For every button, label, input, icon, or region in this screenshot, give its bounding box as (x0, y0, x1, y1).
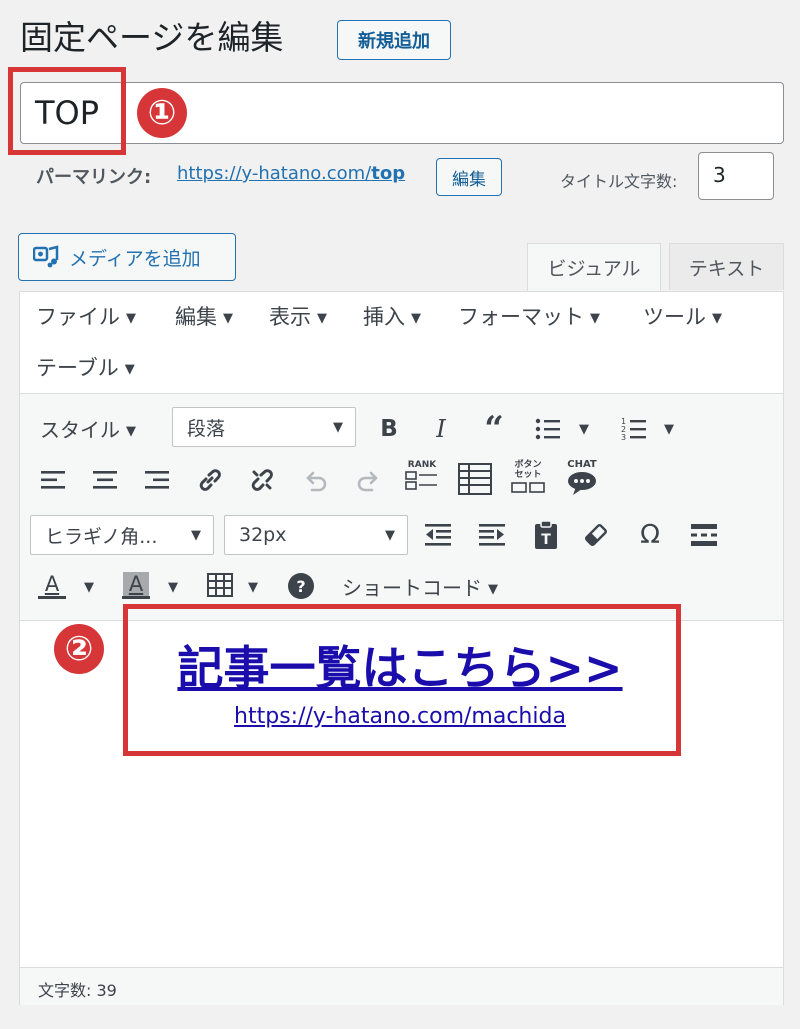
menu-insert[interactable]: 挿入 ▼ (363, 301, 421, 331)
title-count-label: タイトル文字数: (560, 172, 678, 191)
menu-view[interactable]: 表示 ▼ (269, 301, 327, 331)
special-character-icon[interactable]: Ω (634, 519, 666, 551)
rank-icon[interactable]: RANK (403, 460, 441, 498)
clear-formatting-icon[interactable] (580, 519, 612, 551)
menu-table[interactable]: テーブル ▼ (36, 352, 135, 382)
permalink-label: パーマリンク: (36, 167, 152, 188)
permalink-slug: top (371, 163, 406, 184)
numbered-list-dropdown-icon[interactable]: ▼ (660, 419, 678, 439)
redo-icon[interactable] (352, 465, 384, 495)
menu-format[interactable]: フォーマット ▼ (458, 301, 600, 331)
bullet-list-dropdown-icon[interactable]: ▼ (575, 419, 593, 439)
annotation-marker-2: ② (54, 624, 104, 674)
media-icon (33, 245, 59, 269)
permalink-url[interactable]: https://y-hatano.com/top (177, 163, 405, 184)
style-dropdown[interactable]: スタイル ▼ (40, 414, 136, 443)
bullet-list-icon[interactable] (532, 414, 564, 444)
button-set-icon[interactable]: ボタン セット (508, 460, 548, 498)
tab-visual[interactable]: ビジュアル (527, 243, 661, 291)
font-family-select[interactable]: ヒラギノ角... ▼ (30, 515, 214, 555)
format-select[interactable]: 段落 ▼ (172, 407, 356, 447)
chevron-down-icon: ▼ (385, 527, 395, 543)
title-count-field[interactable] (698, 152, 774, 200)
help-icon[interactable]: ? (288, 573, 314, 599)
text-color-dropdown-icon[interactable]: ▼ (80, 577, 98, 597)
annotation-box-2 (123, 604, 681, 756)
svg-text:3: 3 (621, 433, 626, 442)
indent-icon[interactable] (476, 520, 508, 550)
outdent-icon[interactable] (422, 520, 454, 550)
align-center-icon[interactable] (90, 465, 120, 495)
blockquote-icon[interactable]: “ (478, 409, 510, 449)
background-color-icon[interactable]: A (120, 568, 152, 602)
table-dropdown-icon[interactable]: ▼ (244, 577, 262, 597)
bold-icon[interactable]: B (374, 414, 404, 444)
paste-text-icon[interactable]: T (530, 519, 562, 551)
menu-edit[interactable]: 編集 ▼ (175, 301, 233, 331)
background-color-dropdown-icon[interactable]: ▼ (164, 577, 182, 597)
title-input[interactable] (20, 82, 784, 144)
word-count: 文字数: 39 (38, 981, 117, 1000)
align-left-icon[interactable] (38, 465, 68, 495)
permalink-edit-button[interactable]: 編集 (436, 158, 502, 196)
text-color-icon[interactable]: A (36, 568, 68, 602)
add-new-button[interactable]: 新規追加 (337, 20, 451, 60)
add-media-label: メディアを追加 (69, 247, 201, 270)
permalink-url-prefix: https://y-hatano.com/ (177, 163, 372, 184)
align-right-icon[interactable] (142, 465, 172, 495)
chevron-down-icon: ▼ (191, 527, 201, 543)
tab-text[interactable]: テキスト (669, 243, 784, 290)
chevron-down-icon: ▼ (333, 419, 343, 435)
editor-status-bar (20, 967, 783, 1005)
menu-file[interactable]: ファイル ▼ (36, 301, 136, 331)
menu-tools[interactable]: ツール ▼ (643, 301, 722, 331)
title-count-value: 3 (713, 163, 726, 187)
read-more-icon[interactable] (688, 520, 720, 550)
numbered-list-icon[interactable]: 123 (618, 414, 650, 444)
table-icon[interactable] (204, 570, 236, 600)
font-size-select[interactable]: 32px ▼ (224, 515, 408, 555)
svg-text:T: T (541, 532, 551, 548)
page-title: 固定ページを編集 (20, 18, 284, 57)
table-list-icon[interactable] (458, 462, 492, 496)
italic-icon[interactable]: I (426, 414, 456, 444)
annotation-box-1 (8, 67, 126, 155)
unlink-icon[interactable] (246, 465, 278, 495)
shortcode-dropdown[interactable]: ショートコード ▼ (342, 572, 498, 601)
undo-icon[interactable] (300, 465, 332, 495)
chat-icon[interactable]: CHAT (562, 459, 602, 499)
add-media-button[interactable]: メディアを追加 (18, 233, 236, 281)
annotation-marker-1: ① (137, 88, 187, 138)
link-icon[interactable] (194, 465, 226, 495)
